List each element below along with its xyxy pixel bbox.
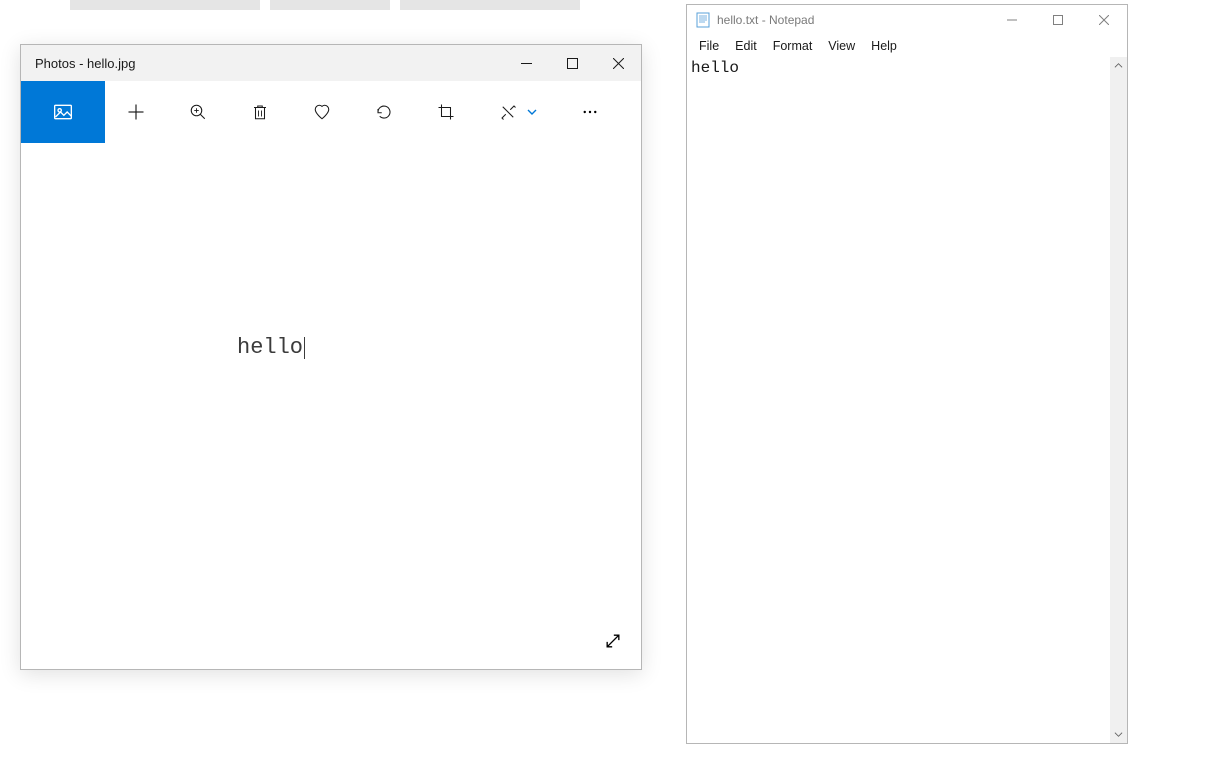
photos-window: Photos - hello.jpg bbox=[20, 44, 642, 670]
close-button[interactable] bbox=[595, 45, 641, 81]
notepad-maximize-button[interactable] bbox=[1035, 5, 1081, 35]
minimize-icon bbox=[1007, 15, 1017, 25]
zoom-button[interactable] bbox=[167, 81, 229, 143]
more-button[interactable] bbox=[565, 103, 615, 121]
maximize-icon bbox=[1053, 15, 1063, 25]
crop-button[interactable] bbox=[415, 81, 477, 143]
scroll-down-button[interactable] bbox=[1110, 726, 1127, 743]
image-content-text: hello bbox=[237, 337, 305, 359]
fullscreen-button[interactable] bbox=[599, 627, 627, 655]
edit-dropdown-arrow[interactable] bbox=[527, 107, 537, 117]
plus-icon bbox=[126, 102, 146, 122]
minimize-icon bbox=[521, 58, 532, 69]
photos-title: Photos - hello.jpg bbox=[35, 56, 503, 71]
chevron-down-icon bbox=[527, 107, 537, 117]
notepad-window: hello.txt - Notepad File Edit Format Vie… bbox=[686, 4, 1128, 744]
chevron-down-icon bbox=[1114, 730, 1123, 739]
close-icon bbox=[613, 58, 624, 69]
menu-view[interactable]: View bbox=[820, 37, 863, 55]
expand-icon bbox=[603, 631, 623, 651]
notepad-app-icon bbox=[695, 12, 711, 28]
photos-titlebar[interactable]: Photos - hello.jpg bbox=[21, 45, 641, 81]
ellipsis-icon bbox=[581, 103, 599, 121]
notepad-minimize-button[interactable] bbox=[989, 5, 1035, 35]
close-icon bbox=[1099, 15, 1109, 25]
zoom-in-icon bbox=[189, 103, 207, 121]
picture-icon bbox=[53, 102, 73, 122]
add-button[interactable] bbox=[105, 81, 167, 143]
menu-file[interactable]: File bbox=[691, 37, 727, 55]
trash-icon bbox=[251, 103, 269, 121]
notepad-menubar: File Edit Format View Help bbox=[687, 35, 1127, 57]
delete-button[interactable] bbox=[229, 81, 291, 143]
photos-toolbar bbox=[21, 81, 641, 143]
background-fragment bbox=[270, 0, 390, 10]
notepad-window-controls bbox=[989, 5, 1127, 35]
heart-icon bbox=[313, 103, 331, 121]
maximize-icon bbox=[567, 58, 578, 69]
menu-format[interactable]: Format bbox=[765, 37, 821, 55]
notepad-titlebar[interactable]: hello.txt - Notepad bbox=[687, 5, 1127, 35]
minimize-button[interactable] bbox=[503, 45, 549, 81]
notepad-title: hello.txt - Notepad bbox=[717, 13, 989, 27]
vertical-scrollbar[interactable] bbox=[1110, 57, 1127, 743]
rotate-button[interactable] bbox=[353, 81, 415, 143]
background-fragment bbox=[400, 0, 580, 10]
crop-icon bbox=[437, 103, 455, 121]
notepad-textarea[interactable]: hello bbox=[687, 57, 1110, 743]
scroll-up-button[interactable] bbox=[1110, 57, 1127, 74]
maximize-button[interactable] bbox=[549, 45, 595, 81]
view-collection-button[interactable] bbox=[21, 81, 105, 143]
notepad-close-button[interactable] bbox=[1081, 5, 1127, 35]
menu-edit[interactable]: Edit bbox=[727, 37, 765, 55]
notepad-editor-area: hello bbox=[687, 57, 1127, 743]
edit-draw-icon bbox=[499, 103, 517, 121]
background-fragment bbox=[70, 0, 260, 10]
photos-canvas[interactable]: hello bbox=[21, 143, 641, 669]
rotate-icon bbox=[375, 103, 393, 121]
chevron-up-icon bbox=[1114, 61, 1123, 70]
favorite-button[interactable] bbox=[291, 81, 353, 143]
window-controls bbox=[503, 45, 641, 81]
menu-help[interactable]: Help bbox=[863, 37, 905, 55]
